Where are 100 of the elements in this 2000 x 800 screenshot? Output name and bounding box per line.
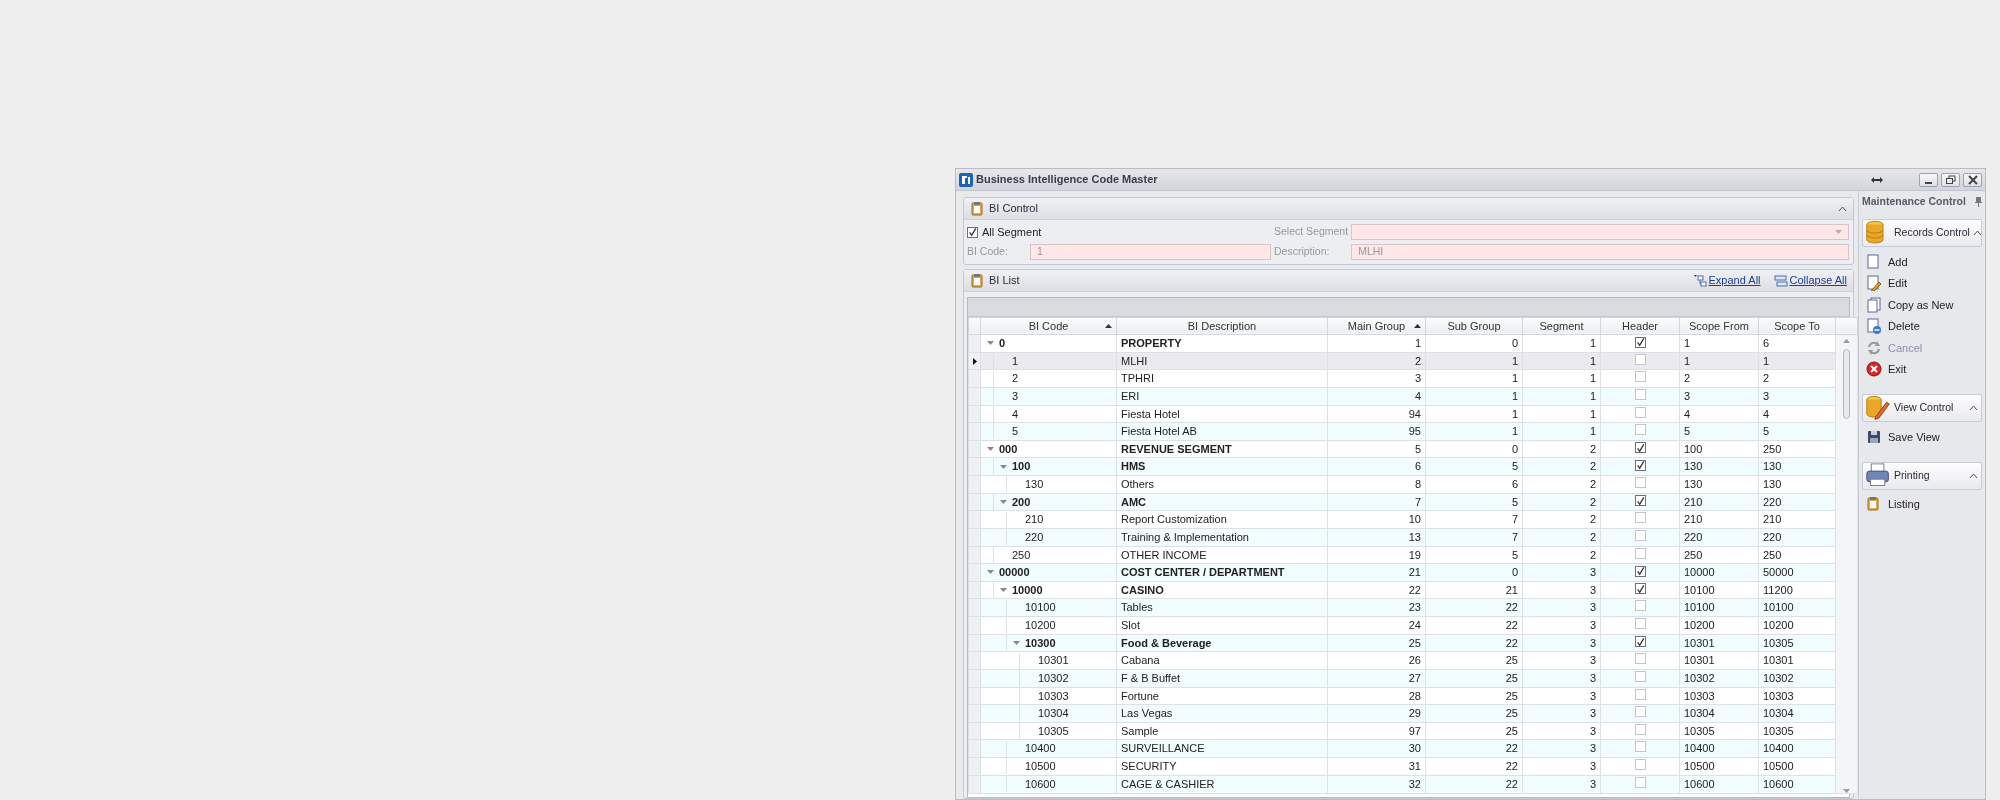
checkbox[interactable] [1634, 406, 1646, 418]
column-header[interactable]: Main Group [1327, 317, 1426, 335]
checkbox[interactable] [1634, 512, 1646, 524]
checkbox[interactable] [1634, 477, 1646, 489]
restore-button[interactable] [1941, 172, 1960, 187]
refresh-icon [1866, 339, 1882, 356]
dropdown-field[interactable] [1351, 224, 1849, 241]
checkbox[interactable] [1634, 670, 1646, 682]
table-cell: CASINO [1116, 581, 1328, 599]
table-cell: TPHRI [1116, 369, 1328, 388]
expand-icon[interactable] [1012, 640, 1020, 645]
collapse-icon[interactable] [1972, 230, 1982, 236]
minimize-button[interactable] [1919, 172, 1938, 187]
column-header[interactable]: Header [1600, 317, 1680, 335]
rows-icon [1773, 273, 1788, 287]
checkbox[interactable] [1634, 371, 1646, 383]
checkbox[interactable] [1634, 459, 1646, 471]
table-cell: 10200 [1679, 616, 1759, 635]
checkbox[interactable] [1634, 653, 1646, 665]
column-header[interactable]: Scope To [1758, 317, 1836, 335]
column-header[interactable]: Sub Group [1425, 317, 1523, 335]
collapse-icon[interactable] [1969, 405, 1978, 411]
sidebar-item[interactable]: Edit [1859, 272, 1985, 294]
group-header[interactable]: Records Control [1862, 219, 1982, 247]
checkbox[interactable] [1634, 618, 1646, 630]
checkbox[interactable] [1634, 353, 1646, 365]
table-cell: 31 [1327, 757, 1426, 776]
table-cell: 3 [1522, 581, 1601, 599]
sidebar-item[interactable]: Add [1859, 251, 1985, 273]
table-cell: Fortune [1116, 687, 1328, 705]
column-header[interactable]: Segment [1522, 317, 1601, 335]
checkbox[interactable] [967, 226, 978, 238]
checkbox[interactable] [1634, 388, 1646, 400]
table-cell: 10000 [1012, 582, 1043, 598]
checkbox[interactable] [1634, 706, 1646, 718]
checkbox[interactable] [1634, 776, 1646, 788]
group-title: View Control [1894, 400, 1955, 416]
group-header[interactable]: Printing [1862, 461, 1982, 490]
table-cell-text: 130 [1025, 477, 1044, 493]
resize-icon[interactable] [1871, 175, 1883, 184]
table-cell: 0 [1425, 440, 1523, 458]
checkbox[interactable] [1634, 547, 1646, 559]
checkbox[interactable] [1634, 583, 1646, 595]
clipboard-icon [970, 272, 984, 288]
sidebar-item[interactable]: Copy as New [1859, 294, 1985, 316]
table-cell: 10302 [1038, 670, 1069, 686]
caret-icon [1835, 230, 1842, 235]
page-pencil-icon [1866, 275, 1882, 292]
checkbox[interactable] [1634, 723, 1646, 735]
table-cell: 130 [1679, 475, 1759, 494]
sidebar-item[interactable]: Exit [1859, 358, 1985, 380]
table-cell: 5 [1425, 546, 1523, 564]
link-button[interactable]: Collapse All [1773, 271, 1847, 289]
checkbox[interactable] [1634, 688, 1646, 700]
column-header[interactable]: Scope From [1679, 317, 1759, 335]
checkbox[interactable] [1634, 336, 1646, 348]
sidebar-item[interactable]: Listing [1859, 493, 1985, 515]
table-cell: 2 [1522, 510, 1601, 529]
close-button[interactable] [1963, 172, 1982, 187]
table-cell-text: 2 [1012, 371, 1019, 387]
column-header[interactable]: BI Code [980, 317, 1117, 335]
checkbox[interactable] [1634, 636, 1646, 648]
checkbox[interactable] [1634, 495, 1646, 507]
field-label: BI Code: [967, 243, 1009, 259]
expand-icon[interactable] [999, 464, 1007, 469]
collapse-icon[interactable] [1969, 472, 1978, 479]
table-cell: 2 [1522, 546, 1601, 564]
table-cell: 1 [1425, 369, 1523, 388]
expand-icon[interactable] [986, 447, 994, 452]
checkbox[interactable] [1634, 759, 1646, 771]
table-cell: 250 [1679, 546, 1759, 564]
row-pointer-icon [972, 357, 977, 365]
checkbox[interactable] [1634, 565, 1646, 577]
table-cell: 21 [1425, 581, 1523, 599]
table-cell: Slot [1116, 616, 1328, 635]
checkbox[interactable] [1634, 442, 1646, 454]
column-header[interactable]: BI Description [1116, 317, 1328, 335]
copy-icon [1866, 296, 1882, 313]
table-cell: 100 [1679, 440, 1759, 458]
checkbox[interactable] [1634, 424, 1646, 436]
link-button[interactable]: Expand All [1692, 271, 1761, 289]
checkbox[interactable] [1634, 600, 1646, 612]
expand-icon[interactable] [999, 588, 1007, 593]
scroll-down-icon[interactable] [1843, 788, 1850, 793]
sidebar-item[interactable]: Delete [1859, 315, 1985, 337]
table-cell: 97 [1327, 722, 1426, 740]
scroll-up-icon[interactable] [1843, 339, 1850, 343]
expand-icon[interactable] [986, 341, 994, 346]
table-cell: 1 [1425, 405, 1523, 423]
table-cell-text: 00000 [999, 565, 1030, 581]
checkbox[interactable] [1634, 741, 1646, 753]
expand-icon[interactable] [999, 499, 1007, 504]
collapse-icon[interactable] [1838, 205, 1847, 212]
pin-icon[interactable] [1975, 197, 1982, 207]
table-cell: Others [1116, 475, 1328, 494]
group-header[interactable]: View Control [1862, 394, 1982, 422]
checkbox[interactable] [1634, 529, 1646, 541]
scroll-thumb[interactable] [1843, 349, 1850, 419]
sidebar-item[interactable]: Save View [1859, 426, 1985, 448]
expand-icon[interactable] [986, 570, 994, 575]
